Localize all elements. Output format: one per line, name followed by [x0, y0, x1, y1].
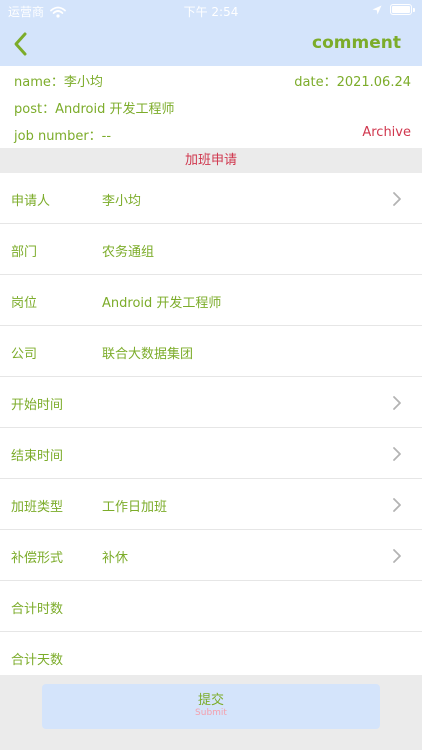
row-label: 公司 — [11, 347, 38, 362]
chevron-right-icon — [393, 192, 401, 206]
status-right — [372, 4, 415, 15]
battery-icon — [390, 4, 415, 15]
submit-sub-label: Submit — [195, 708, 227, 718]
status-time: 下午 2:54 — [183, 5, 239, 19]
date-text: date：2021.06.24 — [294, 75, 411, 90]
form-row-compensation[interactable]: 补偿形式 补休 — [0, 530, 422, 581]
job-number-text: job number：-- — [14, 129, 112, 144]
row-label: 部门 — [11, 245, 38, 260]
submit-label: 提交 — [197, 693, 224, 708]
row-label: 申请人 — [11, 194, 51, 209]
row-value: 联合大数据集团 — [102, 347, 194, 362]
section-title: 加班申请 — [0, 148, 422, 173]
post-text: post：Android 开发工程师 — [14, 102, 175, 117]
employee-info: name：李小均 date：2021.06.24 post：Android 开发… — [0, 66, 422, 148]
row-value: 工作日加班 — [102, 500, 168, 515]
nav-bar: comment — [0, 22, 422, 66]
row-label: 合计天数 — [11, 653, 64, 668]
status-bar: 运营商 下午 2:54 — [0, 0, 422, 22]
location-icon — [372, 5, 382, 14]
chevron-right-icon — [393, 498, 401, 512]
row-label: 结束时间 — [11, 449, 64, 464]
form-row-overtime-type[interactable]: 加班类型 工作日加班 — [0, 479, 422, 530]
submit-button[interactable]: 提交 Submit — [42, 684, 380, 729]
row-value: Android 开发工程师 — [102, 296, 222, 311]
form-row-total-hours: 合计时数 — [0, 581, 422, 632]
row-value: 李小均 — [102, 194, 142, 209]
form-row-end-time[interactable]: 结束时间 — [0, 428, 422, 479]
row-label: 加班类型 — [11, 500, 64, 515]
form-row-company: 公司 联合大数据集团 — [0, 326, 422, 377]
row-label: 合计时数 — [11, 602, 64, 617]
row-label: 补偿形式 — [11, 551, 64, 566]
row-label: 岗位 — [11, 296, 38, 311]
form-row-applicant[interactable]: 申请人 李小均 — [0, 173, 422, 224]
row-value: 农务通组 — [102, 245, 155, 260]
chevron-right-icon — [393, 396, 401, 410]
back-chevron-icon[interactable] — [10, 30, 34, 58]
form-row-department: 部门 农务通组 — [0, 224, 422, 275]
row-value: 补休 — [102, 551, 129, 566]
submit-area: 提交 Submit — [0, 675, 422, 750]
chevron-right-icon — [393, 447, 401, 461]
comment-button[interactable]: comment — [312, 33, 401, 53]
form-row-start-time[interactable]: 开始时间 — [0, 377, 422, 428]
form-row-position: 岗位 Android 开发工程师 — [0, 275, 422, 326]
overtime-form: 申请人 李小均 部门 农务通组 岗位 Android 开发工程师 公司 联合大数… — [0, 173, 422, 683]
name-text: name：李小均 — [14, 75, 103, 90]
chevron-right-icon — [393, 549, 401, 563]
row-label: 开始时间 — [11, 398, 64, 413]
archive-link[interactable]: Archive — [362, 125, 411, 140]
